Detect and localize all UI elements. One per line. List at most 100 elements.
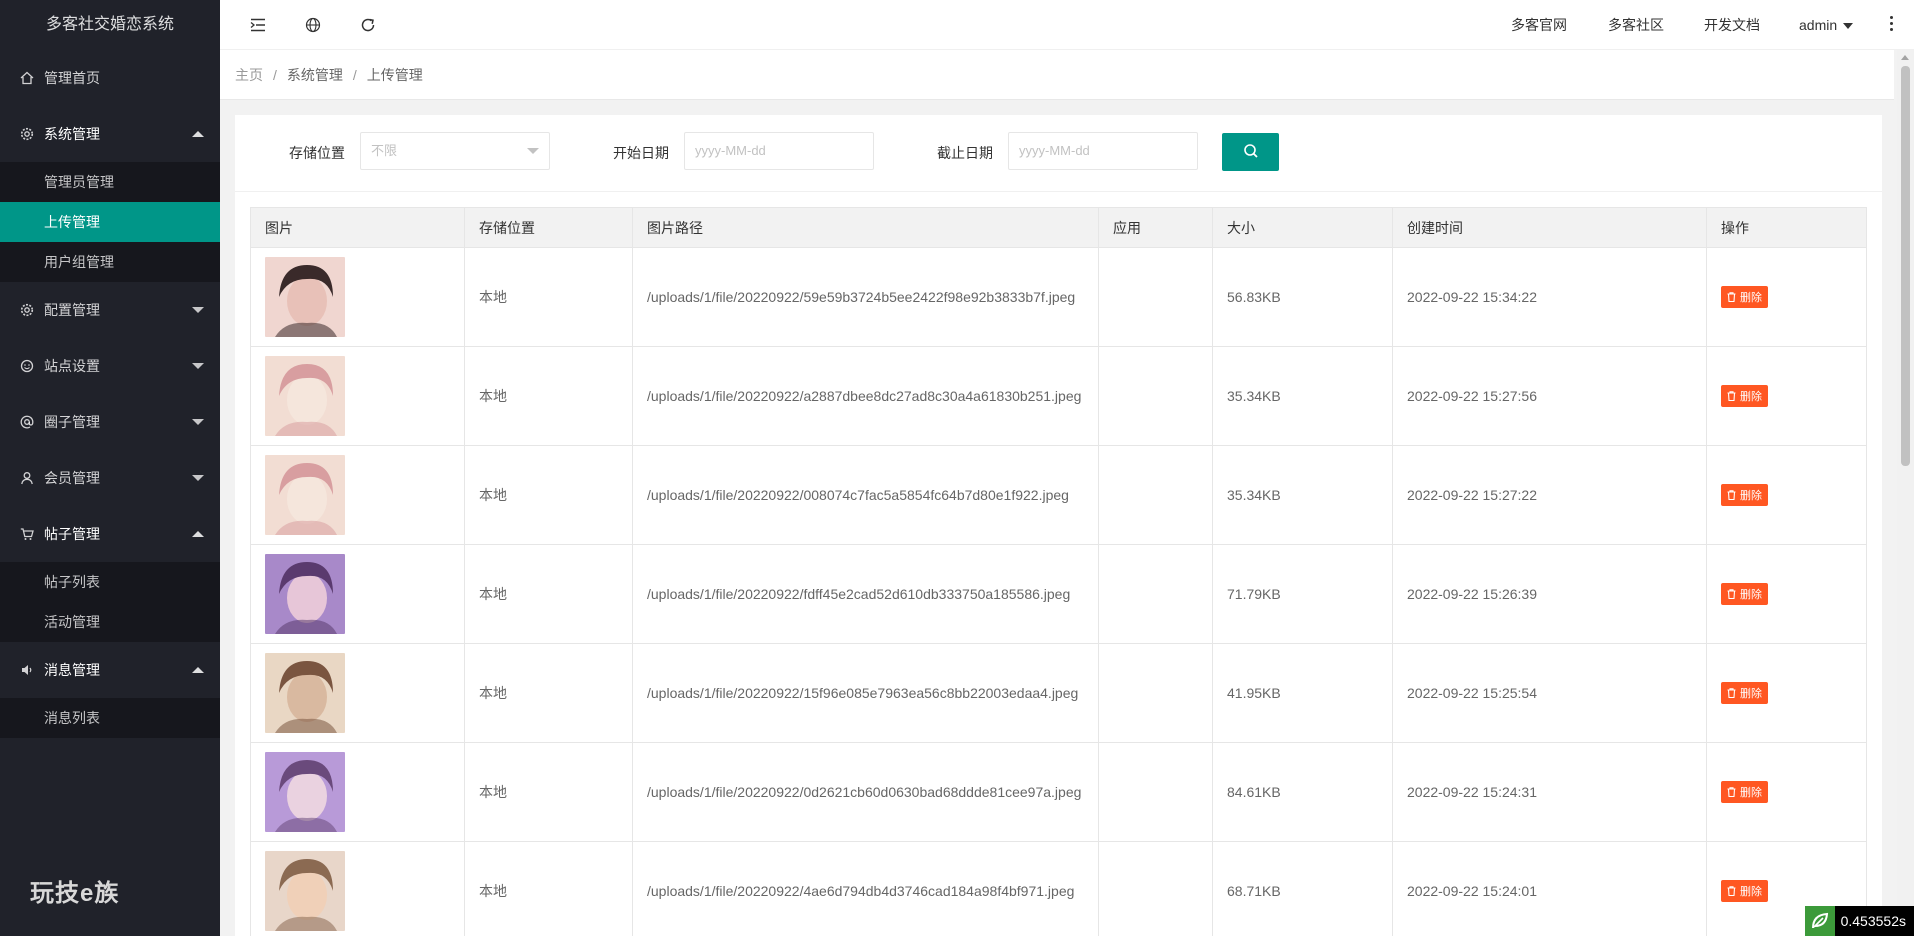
sidebar-item-activity-manage[interactable]: 活动管理 xyxy=(0,602,220,642)
sidebar-item-system[interactable]: 系统管理 xyxy=(0,106,220,162)
storage-select-value: 不限 xyxy=(371,143,398,158)
breadcrumb-system[interactable]: 系统管理 xyxy=(287,65,343,85)
app-title[interactable]: 多客社交婚恋系统 xyxy=(0,0,220,50)
storage-cell: 本地 xyxy=(464,643,633,743)
path-cell: /uploads/1/file/20220922/15f96e085e7963e… xyxy=(632,643,1099,743)
thumbnail-image[interactable] xyxy=(265,554,345,634)
sidebar-item-post-list[interactable]: 帖子列表 xyxy=(0,562,220,602)
sidebar-item-usergroup-manage[interactable]: 用户组管理 xyxy=(0,242,220,282)
gear-icon xyxy=(20,127,34,141)
sidebar-item-label: 系统管理 xyxy=(44,126,100,142)
caret-down-icon xyxy=(1843,23,1854,30)
trash-icon xyxy=(1727,688,1736,698)
sidebar-item-config[interactable]: 配置管理 xyxy=(0,282,220,338)
thumbnail-image[interactable] xyxy=(265,752,345,832)
sidebar-item-message-list[interactable]: 消息列表 xyxy=(0,698,220,738)
path-cell: /uploads/1/file/20220922/0d2621cb60d0630… xyxy=(632,742,1099,842)
smile-icon xyxy=(20,359,34,373)
caret-up-icon xyxy=(192,667,204,673)
table-row: 本地/uploads/1/file/20220922/15f96e085e796… xyxy=(250,643,1867,743)
trash-icon xyxy=(1727,589,1736,599)
created-cell: 2022-09-22 15:34:22 xyxy=(1392,247,1707,347)
thumbnail-image[interactable] xyxy=(265,257,345,337)
column-header: 创建时间 xyxy=(1392,207,1707,248)
storage-cell: 本地 xyxy=(464,445,633,545)
filter-bar: 存储位置 不限 开始日期 yyyy-MM-dd 截止日期 yyyy-MM-dd xyxy=(235,115,1882,192)
delete-button[interactable]: 删除 xyxy=(1721,385,1768,407)
delete-label: 删除 xyxy=(1740,490,1762,502)
username: admin xyxy=(1799,17,1838,33)
delete-button[interactable]: 删除 xyxy=(1721,880,1768,902)
more-icon[interactable] xyxy=(1890,16,1894,34)
caret-down-icon xyxy=(192,419,204,425)
storage-cell: 本地 xyxy=(464,346,633,446)
user-menu[interactable]: admin xyxy=(1799,0,1854,50)
cart-icon xyxy=(20,527,34,541)
sidebar-item-label: 配置管理 xyxy=(44,302,100,318)
top-header: 多客官网 多客社区 开发文档 admin xyxy=(220,0,1914,50)
table-row: 本地/uploads/1/file/20220922/008074c7fac5a… xyxy=(250,445,1867,545)
path-cell: /uploads/1/file/20220922/a2887dbee8dc27a… xyxy=(632,346,1099,446)
sidebar-item-admin-manage[interactable]: 管理员管理 xyxy=(0,162,220,202)
action-cell: 删除 xyxy=(1706,544,1867,644)
delete-button[interactable]: 删除 xyxy=(1721,286,1768,308)
app-cell xyxy=(1098,445,1213,545)
created-cell: 2022-09-22 15:26:39 xyxy=(1392,544,1707,644)
path-cell: /uploads/1/file/20220922/59e59b3724b5ee2… xyxy=(632,247,1099,347)
page-scrollbar[interactable] xyxy=(1897,50,1914,936)
created-cell: 2022-09-22 15:27:56 xyxy=(1392,346,1707,446)
sidebar-item-circle[interactable]: 圈子管理 xyxy=(0,394,220,450)
table-header-row: 图片 存储位置 图片路径 应用 大小 创建时间 操作 xyxy=(250,207,1867,248)
app-cell xyxy=(1098,346,1213,446)
refresh-icon[interactable] xyxy=(358,15,378,35)
start-date-label: 开始日期 xyxy=(613,145,669,161)
search-button[interactable] xyxy=(1222,133,1279,171)
action-cell: 删除 xyxy=(1706,643,1867,743)
globe-icon[interactable] xyxy=(303,15,323,35)
app-cell xyxy=(1098,247,1213,347)
delete-button[interactable]: 删除 xyxy=(1721,484,1768,506)
storage-select[interactable]: 不限 xyxy=(360,132,550,170)
sidebar-item-site-settings[interactable]: 站点设置 xyxy=(0,338,220,394)
header-link-community[interactable]: 多客社区 xyxy=(1608,0,1664,50)
breadcrumb-current: 上传管理 xyxy=(366,66,423,83)
column-header: 图片 xyxy=(250,207,465,248)
created-cell: 2022-09-22 15:24:01 xyxy=(1392,841,1707,936)
column-header: 应用 xyxy=(1098,207,1213,248)
sidebar-submenu-posts: 帖子列表 活动管理 xyxy=(0,562,220,642)
sidebar-item-label: 消息管理 xyxy=(44,662,100,678)
breadcrumb-home[interactable]: 主页 xyxy=(235,65,263,85)
scrollbar-thumb[interactable] xyxy=(1901,66,1910,466)
sidebar-item-home[interactable]: 管理首页 xyxy=(0,50,220,106)
sidebar-item-label: 圈子管理 xyxy=(44,414,100,430)
thumbnail-image[interactable] xyxy=(265,356,345,436)
storage-cell: 本地 xyxy=(464,247,633,347)
delete-button[interactable]: 删除 xyxy=(1721,682,1768,704)
timer-value: 0.453552s xyxy=(1834,906,1914,936)
start-date-input[interactable]: yyyy-MM-dd xyxy=(684,132,874,170)
debug-timer[interactable]: 0.453552s xyxy=(1804,906,1914,936)
end-date-input[interactable]: yyyy-MM-dd xyxy=(1008,132,1198,170)
menu-fold-icon[interactable] xyxy=(248,15,268,35)
image-cell xyxy=(250,841,465,936)
scroll-up-icon[interactable] xyxy=(1901,55,1909,60)
header-link-official[interactable]: 多客官网 xyxy=(1511,0,1567,50)
thumbnail-image[interactable] xyxy=(265,653,345,733)
sidebar-item-messages[interactable]: 消息管理 xyxy=(0,642,220,698)
upload-table: 图片 存储位置 图片路径 应用 大小 创建时间 操作 本地/uploads/1/… xyxy=(250,207,1867,936)
delete-button[interactable]: 删除 xyxy=(1721,583,1768,605)
image-cell xyxy=(250,643,465,743)
sidebar-item-posts[interactable]: 帖子管理 xyxy=(0,506,220,562)
thumbnail-image[interactable] xyxy=(265,851,345,931)
size-cell: 68.71KB xyxy=(1212,841,1393,936)
image-cell xyxy=(250,247,465,347)
brand-logo: 玩技e族 xyxy=(30,880,120,907)
path-cell: /uploads/1/file/20220922/fdff45e2cad52d6… xyxy=(632,544,1099,644)
sidebar-submenu-messages: 消息列表 xyxy=(0,698,220,738)
header-link-docs[interactable]: 开发文档 xyxy=(1704,0,1760,50)
sidebar-item-member[interactable]: 会员管理 xyxy=(0,450,220,506)
delete-button[interactable]: 删除 xyxy=(1721,781,1768,803)
sidebar-item-upload-manage[interactable]: 上传管理 xyxy=(0,202,220,242)
thumbnail-image[interactable] xyxy=(265,455,345,535)
delete-label: 删除 xyxy=(1740,787,1762,799)
